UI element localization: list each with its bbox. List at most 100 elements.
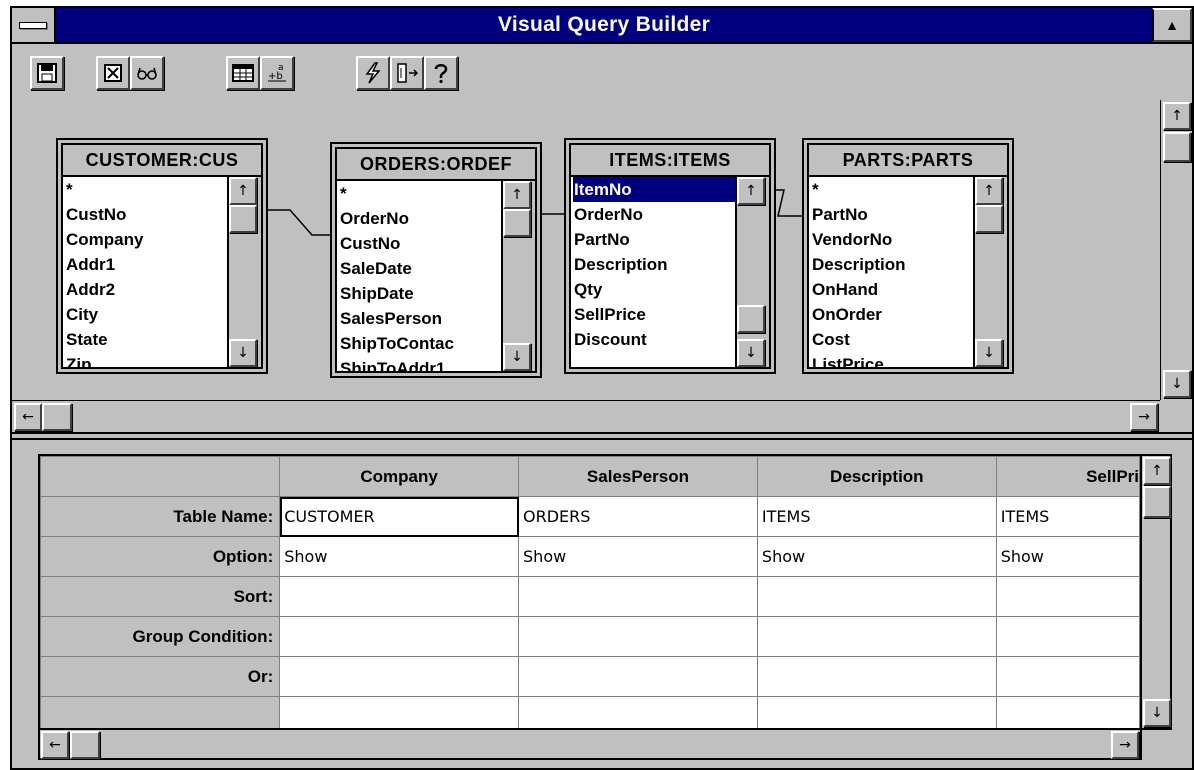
table-box-title[interactable]: CUSTOMER:CUS — [63, 145, 261, 177]
field-item[interactable]: Addr2 — [66, 277, 229, 302]
field-item[interactable]: ItemNo — [572, 177, 737, 203]
grid-cell[interactable] — [995, 616, 1140, 657]
scroll-left-button[interactable]: ← — [14, 403, 42, 431]
field-item[interactable]: SalesPerson — [340, 306, 503, 331]
grid-cell[interactable]: CUSTOMER — [279, 496, 520, 537]
scroll-down-button[interactable]: ↓ — [1143, 699, 1171, 727]
grid-cell[interactable] — [995, 696, 1140, 728]
grid-cell[interactable] — [518, 696, 758, 728]
grid-cell[interactable] — [279, 576, 520, 617]
scroll-down-button[interactable]: ↓ — [503, 343, 531, 371]
field-item[interactable]: OrderNo — [574, 202, 737, 227]
scroll-thumb[interactable] — [70, 731, 100, 759]
grid-cell[interactable] — [279, 696, 520, 728]
field-item[interactable]: CustNo — [66, 202, 229, 227]
scroll-thumb[interactable] — [737, 305, 765, 333]
diagram-vertical-scrollbar[interactable]: ↑ ↓ — [1160, 100, 1191, 400]
scroll-thumb[interactable] — [503, 209, 531, 237]
field-item[interactable]: ListPrice — [812, 352, 975, 367]
run-query-button[interactable] — [356, 56, 390, 90]
scroll-down-button[interactable]: ↓ — [229, 339, 257, 367]
field-item[interactable]: Cost — [812, 327, 975, 352]
grid-cell[interactable] — [518, 616, 758, 657]
field-item[interactable]: OnOrder — [812, 302, 975, 327]
grid-vertical-scrollbar[interactable]: ↑ ↓ — [1142, 454, 1172, 730]
scroll-thumb[interactable] — [1143, 486, 1171, 518]
field-item[interactable]: * — [340, 181, 503, 206]
field-item[interactable]: Company — [66, 227, 229, 252]
field-item[interactable]: Addr1 — [66, 252, 229, 277]
field-list[interactable]: * OrderNo CustNo SaleDate ShipDate SalesPerso… — [337, 181, 503, 371]
scroll-up-button[interactable]: ↑ — [1143, 457, 1171, 485]
scroll-up-button[interactable]: ↑ — [229, 177, 257, 205]
grid-cell[interactable]: ITEMS — [756, 496, 997, 537]
save-button[interactable] — [30, 56, 64, 90]
scroll-right-button[interactable]: → — [1111, 731, 1139, 759]
table-box-title[interactable]: ORDERS:ORDEF — [337, 149, 535, 181]
field-list-scrollbar[interactable]: ↑ ↓ — [973, 177, 1007, 367]
field-list-scrollbar[interactable]: ↑ ↓ — [501, 181, 535, 371]
table-box-parts[interactable]: PARTS:PARTS * PartNo VendorNo Description On… — [802, 138, 1014, 374]
field-item[interactable]: Discount — [574, 327, 737, 352]
field-list[interactable]: * PartNo VendorNo Description OnHand OnOrder C… — [809, 177, 975, 367]
field-item[interactable]: ShipToContac — [340, 331, 503, 356]
scroll-up-button[interactable]: ↑ — [503, 181, 531, 209]
field-item[interactable]: ShipToAddr1 — [340, 356, 503, 371]
scroll-left-button[interactable]: ← — [41, 731, 69, 759]
field-item[interactable]: ShipDate — [340, 281, 503, 306]
calculated-field-button[interactable]: a +b — [260, 56, 294, 90]
grid-cell[interactable] — [756, 576, 997, 617]
grid-cell[interactable]: ITEMS — [995, 496, 1140, 537]
field-list-scrollbar[interactable]: ↑ ↓ — [735, 177, 769, 367]
grid-horizontal-scrollbar[interactable]: ← → — [38, 730, 1142, 760]
field-list-scrollbar[interactable]: ↑ ↓ — [227, 177, 261, 367]
scroll-thumb[interactable] — [975, 205, 1003, 233]
field-item[interactable]: City — [66, 302, 229, 327]
field-item[interactable]: SaleDate — [340, 256, 503, 281]
field-list[interactable]: * CustNo Company Addr1 Addr2 City State Zip — [63, 177, 229, 367]
table-box-orders[interactable]: ORDERS:ORDEF * OrderNo CustNo SaleDate ShipD… — [330, 142, 542, 378]
field-item[interactable]: PartNo — [574, 227, 737, 252]
table-box-items[interactable]: ITEMS:ITEMS ItemNo OrderNo PartNo Descripti… — [564, 138, 776, 374]
column-header[interactable]: Company — [279, 456, 520, 497]
scroll-thumb[interactable] — [1163, 132, 1191, 162]
column-header[interactable]: SellPri — [995, 456, 1140, 497]
system-menu-button[interactable] — [12, 8, 56, 42]
scroll-down-button[interactable]: ↓ — [737, 339, 765, 367]
grid-cell[interactable] — [756, 696, 997, 728]
grid-cell[interactable] — [756, 656, 997, 697]
column-header[interactable]: SalesPerson — [518, 456, 758, 497]
field-item[interactable]: Zip — [66, 352, 229, 367]
scroll-thumb[interactable] — [229, 205, 257, 233]
field-item[interactable]: CustNo — [340, 231, 503, 256]
table-diagram-area[interactable]: CUSTOMER:CUS * CustNo Company Addr1 Addr2 Cit… — [12, 100, 1160, 400]
field-item[interactable]: * — [812, 177, 975, 202]
scroll-thumb[interactable] — [42, 403, 72, 431]
scroll-down-button[interactable]: ↓ — [975, 339, 1003, 367]
view-sql-button[interactable] — [130, 56, 164, 90]
scroll-up-button[interactable]: ↑ — [1163, 102, 1191, 130]
grid-cell[interactable]: ORDERS — [518, 496, 758, 537]
grid-cell[interactable] — [279, 616, 520, 657]
scroll-up-button[interactable]: ↑ — [975, 177, 1003, 205]
scroll-right-button[interactable]: → — [1130, 403, 1158, 431]
grid-cell[interactable] — [995, 576, 1140, 617]
field-item[interactable]: SellPrice — [574, 302, 737, 327]
field-list[interactable]: ItemNo OrderNo PartNo Description Qty SellPri… — [571, 177, 737, 367]
grid-cell[interactable] — [995, 656, 1140, 697]
grid-cell[interactable]: Show — [756, 536, 997, 577]
table-box-title[interactable]: ITEMS:ITEMS — [571, 145, 769, 177]
scroll-up-button[interactable]: ↑ — [737, 177, 765, 205]
grid-cell[interactable]: Show — [279, 536, 520, 577]
field-item[interactable]: Description — [574, 252, 737, 277]
field-item[interactable]: Description — [812, 252, 975, 277]
diagram-horizontal-scrollbar[interactable]: ← → — [12, 400, 1160, 431]
table-box-customer[interactable]: CUSTOMER:CUS * CustNo Company Addr1 Addr2 Cit… — [56, 138, 268, 374]
field-item[interactable]: Qty — [574, 277, 737, 302]
exit-button[interactable] — [390, 56, 424, 90]
field-item[interactable]: OnHand — [812, 277, 975, 302]
table-box-title[interactable]: PARTS:PARTS — [809, 145, 1007, 177]
field-item[interactable]: OrderNo — [340, 206, 503, 231]
maximize-button[interactable]: ▲ — [1152, 8, 1192, 42]
query-grid[interactable]: Company SalesPerson Description SellPri Tab… — [38, 454, 1142, 730]
